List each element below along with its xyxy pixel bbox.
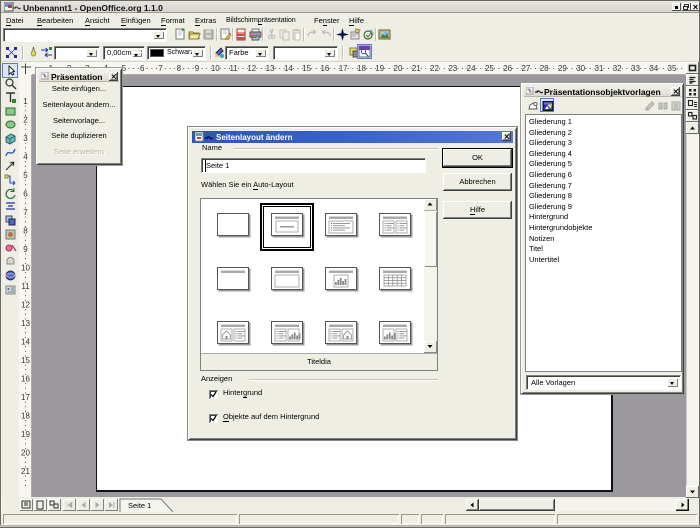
svg-text:5: 5 <box>23 171 28 180</box>
svg-text:5: 5 <box>122 64 127 73</box>
svg-text:18: 18 <box>21 412 30 421</box>
svg-text:18: 18 <box>357 64 366 73</box>
svg-text:30: 30 <box>576 64 585 73</box>
svg-text:10: 10 <box>211 64 220 73</box>
svg-text:24: 24 <box>467 64 476 73</box>
svg-text:20: 20 <box>394 64 403 73</box>
svg-text:15: 15 <box>302 64 311 73</box>
svg-text:33: 33 <box>631 64 640 73</box>
svg-text:26: 26 <box>503 64 512 73</box>
svg-text:11: 11 <box>229 64 238 73</box>
svg-text:10: 10 <box>21 264 30 273</box>
svg-text:15: 15 <box>21 356 30 365</box>
svg-text:1: 1 <box>23 97 28 106</box>
svg-text:3: 3 <box>23 134 28 143</box>
svg-text:20: 20 <box>21 449 30 458</box>
svg-text:16: 16 <box>320 64 329 73</box>
svg-text:21: 21 <box>412 64 421 73</box>
svg-text:9: 9 <box>23 245 28 254</box>
svg-text:21: 21 <box>21 467 30 476</box>
svg-text:19: 19 <box>21 430 30 439</box>
svg-text:27: 27 <box>521 64 530 73</box>
svg-text:35: 35 <box>668 64 677 73</box>
svg-text:7: 7 <box>23 208 28 217</box>
svg-text:29: 29 <box>558 64 567 73</box>
svg-text:19: 19 <box>375 64 384 73</box>
svg-text:32: 32 <box>613 64 622 73</box>
svg-text:28: 28 <box>540 64 549 73</box>
svg-text:7: 7 <box>158 64 163 73</box>
svg-text:8: 8 <box>177 64 182 73</box>
svg-text:6: 6 <box>140 64 145 73</box>
svg-text:14: 14 <box>284 64 293 73</box>
svg-text:16: 16 <box>21 375 30 384</box>
svg-text:9: 9 <box>195 64 200 73</box>
svg-text:6: 6 <box>23 190 28 199</box>
svg-text:31: 31 <box>595 64 604 73</box>
svg-text:12: 12 <box>247 64 256 73</box>
svg-text:22: 22 <box>430 64 439 73</box>
svg-text:8: 8 <box>23 227 28 236</box>
svg-text:25: 25 <box>485 64 494 73</box>
svg-text:13: 13 <box>266 64 275 73</box>
svg-text:11: 11 <box>21 282 30 291</box>
svg-text:17: 17 <box>21 393 30 402</box>
svg-text:14: 14 <box>21 338 30 347</box>
svg-text:17: 17 <box>339 64 348 73</box>
svg-text:23: 23 <box>448 64 457 73</box>
svg-text:12: 12 <box>21 301 30 310</box>
svg-text:2: 2 <box>23 116 28 125</box>
svg-text:Seite 1: Seite 1 <box>128 501 151 510</box>
svg-text:34: 34 <box>649 64 658 73</box>
svg-text:4: 4 <box>23 153 28 162</box>
svg-text:13: 13 <box>21 319 30 328</box>
